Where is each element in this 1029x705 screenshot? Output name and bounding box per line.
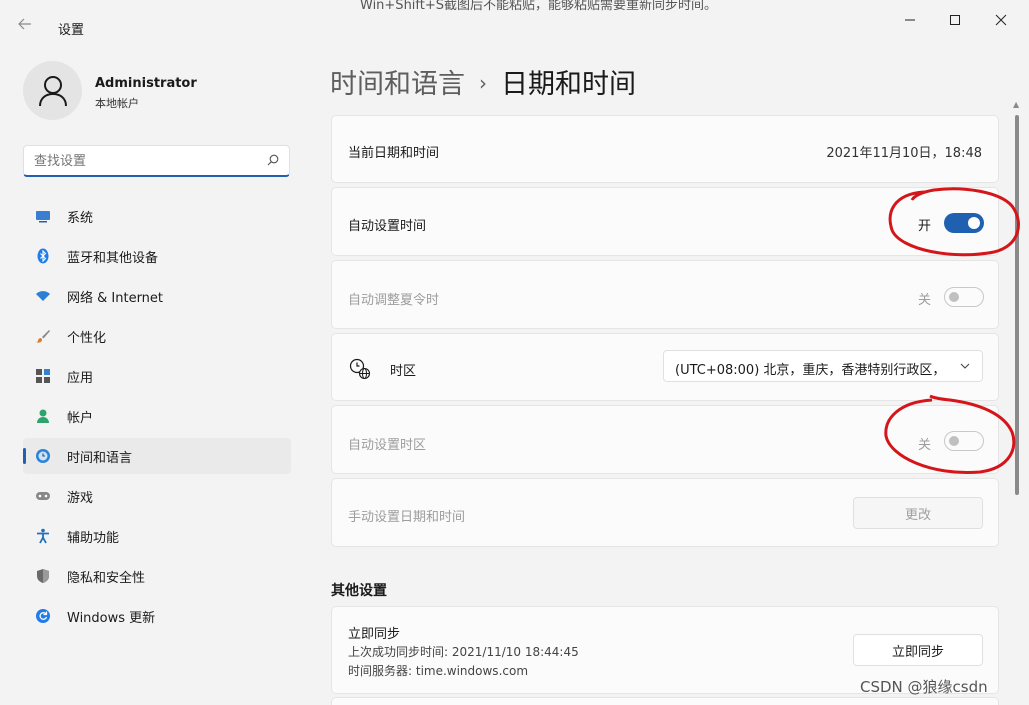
auto-timezone-state: 关 xyxy=(918,438,932,453)
toggle-knob xyxy=(949,292,959,302)
minimize-button[interactable] xyxy=(895,10,925,30)
wifi-icon xyxy=(36,291,50,301)
toggle-knob xyxy=(968,217,980,229)
sidebar-item-windows-update[interactable]: Windows 更新 xyxy=(23,598,291,634)
auto-dst-state: 关 xyxy=(918,293,932,308)
scroll-up-arrow-icon[interactable]: ▲ xyxy=(1013,100,1019,109)
search-icon[interactable] xyxy=(267,154,279,166)
sidebar-item-label: 应用 xyxy=(67,370,94,386)
sidebar-item-label: 辅助功能 xyxy=(67,530,120,546)
sidebar-item-label: 网络 & Internet xyxy=(67,290,164,306)
background-clipped-text: Win+Shift+S截图后不能粘贴，能够粘贴需要重新同步时间。 xyxy=(360,0,718,13)
time-language-icon xyxy=(36,449,50,463)
sidebar-item-accessibility[interactable]: 辅助功能 xyxy=(23,518,291,554)
accessibility-icon xyxy=(37,528,49,544)
apps-icon xyxy=(36,369,50,383)
change-button[interactable]: 更改 xyxy=(853,497,983,529)
brush-icon xyxy=(36,330,50,343)
sidebar-item-gaming[interactable]: 游戏 xyxy=(23,478,291,514)
current-datetime-label: 当前日期和时间 xyxy=(348,146,440,161)
sidebar-item-label: 蓝牙和其他设备 xyxy=(67,250,159,266)
auto-timezone-toggle[interactable] xyxy=(944,431,984,451)
sync-last-time: 上次成功同步时间: 2021/11/10 18:44:45 xyxy=(348,645,579,659)
back-arrow-icon xyxy=(18,18,31,30)
user-profile[interactable]: Administrator 本地帐户 xyxy=(23,61,283,121)
sidebar-item-label: 隐私和安全性 xyxy=(67,570,146,586)
sidebar-item-time-language[interactable]: 时间和语言 xyxy=(23,438,291,474)
scrollbar-thumb[interactable] xyxy=(1015,115,1019,495)
auto-dst-toggle[interactable] xyxy=(944,287,984,307)
manual-datetime-card: 手动设置日期和时间 更改 xyxy=(331,478,999,547)
sidebar-item-bluetooth[interactable]: 蓝牙和其他设备 xyxy=(23,238,291,274)
auto-time-card: 自动设置时间 开 xyxy=(331,187,999,256)
auto-dst-card: 自动调整夏令时 关 xyxy=(331,260,999,329)
breadcrumb-parent[interactable]: 时间和语言 xyxy=(330,69,465,100)
breadcrumb-separator: › xyxy=(479,71,487,95)
sync-server: 时间服务器: time.windows.com xyxy=(348,664,529,678)
sidebar-item-system[interactable]: 系统 xyxy=(23,198,291,234)
timezone-select[interactable]: (UTC+08:00) 北京，重庆，香港特别行政区，乌鲁木齐 xyxy=(663,350,983,382)
search-input[interactable] xyxy=(34,152,254,170)
avatar xyxy=(23,61,82,120)
gaming-icon xyxy=(36,492,50,500)
sidebar-item-label: 时间和语言 xyxy=(67,450,133,466)
search-box[interactable] xyxy=(23,145,290,177)
timezone-selected-value: (UTC+08:00) 北京，重庆，香港特别行政区，乌鲁木齐 xyxy=(675,363,945,378)
account-icon xyxy=(37,409,49,423)
chevron-down-icon xyxy=(960,363,970,369)
sidebar-item-label: 游戏 xyxy=(67,490,94,506)
sidebar-item-apps[interactable]: 应用 xyxy=(23,358,291,394)
auto-timezone-label: 自动设置时区 xyxy=(348,438,427,453)
auto-timezone-card: 自动设置时区 关 xyxy=(331,405,999,474)
close-icon xyxy=(995,14,1007,26)
sync-now-button[interactable]: 立即同步 xyxy=(853,634,983,666)
toggle-knob xyxy=(949,436,959,446)
sidebar-item-label: 系统 xyxy=(67,210,94,226)
sidebar-item-personalization[interactable]: 个性化 xyxy=(23,318,291,354)
back-button[interactable] xyxy=(18,16,42,40)
current-datetime-card: 当前日期和时间 2021年11月10日，18:48 xyxy=(331,115,999,183)
auto-dst-label: 自动调整夏令时 xyxy=(348,293,440,308)
sidebar-nav: 系统 蓝牙和其他设备 网络 & Internet 个性化 应用 帐户 时间和语言… xyxy=(23,198,291,638)
app-title: 设置 xyxy=(58,23,85,38)
account-type: 本地帐户 xyxy=(95,97,139,110)
bluetooth-icon xyxy=(37,248,49,264)
auto-time-toggle[interactable] xyxy=(944,213,984,233)
auto-time-state: 开 xyxy=(918,219,932,234)
sidebar-item-privacy[interactable]: 隐私和安全性 xyxy=(23,558,291,594)
sidebar-item-accounts[interactable]: 帐户 xyxy=(23,398,291,434)
sidebar-item-network[interactable]: 网络 & Internet xyxy=(23,278,291,314)
timezone-label: 时区 xyxy=(390,364,417,379)
sync-title: 立即同步 xyxy=(348,627,401,642)
title-bar: Win+Shift+S截图后不能粘贴，能够粘贴需要重新同步时间。 设置 xyxy=(0,0,1029,46)
system-icon xyxy=(36,211,50,223)
close-button[interactable] xyxy=(986,10,1016,30)
page-title: 日期和时间 xyxy=(501,69,636,100)
manual-datetime-label: 手动设置日期和时间 xyxy=(348,510,466,525)
next-card-partial xyxy=(331,697,999,705)
breadcrumb: 时间和语言 › 日期和时间 xyxy=(330,62,636,101)
timezone-card: 时区 (UTC+08:00) 北京，重庆，香港特别行政区，乌鲁木齐 xyxy=(331,333,999,401)
clock-globe-icon xyxy=(349,358,371,380)
shield-icon xyxy=(37,569,49,583)
sidebar-item-label: 帐户 xyxy=(67,410,94,426)
other-settings-heading: 其他设置 xyxy=(331,583,387,599)
sidebar-item-label: 个性化 xyxy=(67,330,107,346)
maximize-button[interactable] xyxy=(940,10,970,30)
watermark: CSDN @狼缘csdn xyxy=(860,678,988,696)
current-datetime-value: 2021年11月10日，18:48 xyxy=(826,146,982,161)
auto-time-label: 自动设置时间 xyxy=(348,219,427,234)
person-icon xyxy=(38,75,67,106)
user-name: Administrator xyxy=(95,76,197,91)
sidebar-item-label: Windows 更新 xyxy=(67,610,156,626)
update-icon xyxy=(36,609,50,623)
minimize-icon xyxy=(905,19,915,21)
maximize-icon xyxy=(950,15,960,25)
